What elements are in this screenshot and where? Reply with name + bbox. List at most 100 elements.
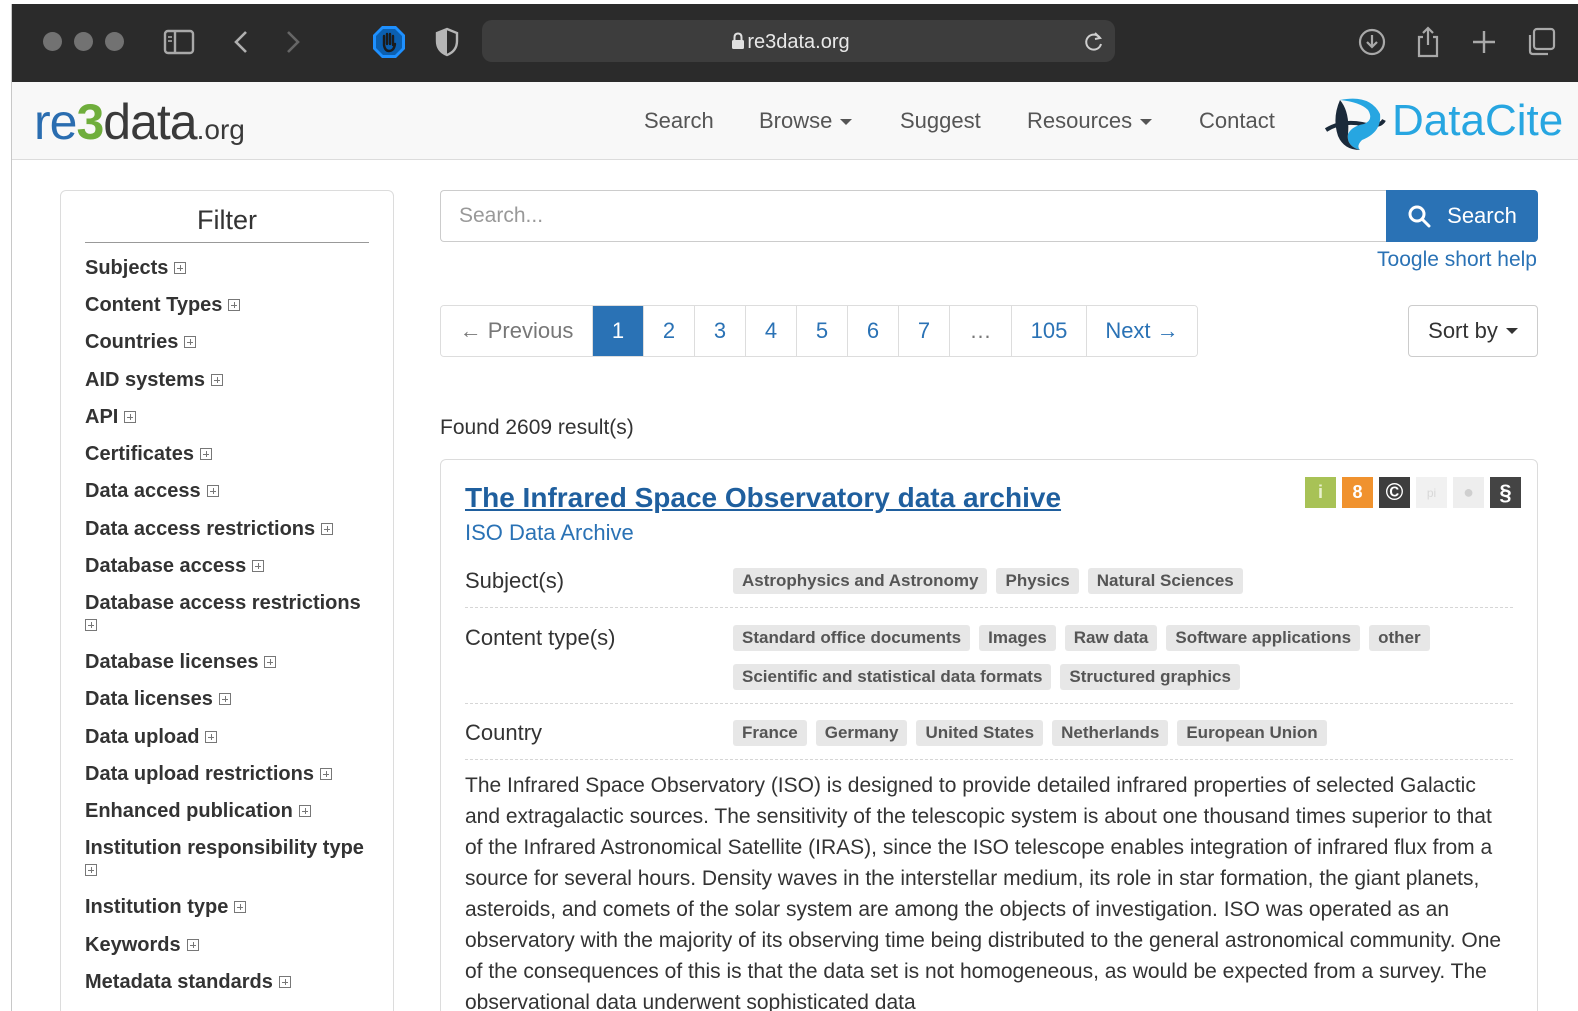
pagination-page-5[interactable]: 5 <box>796 306 847 356</box>
expand-plus-icon[interactable] <box>298 805 311 817</box>
expand-plus-icon[interactable] <box>174 262 187 274</box>
expand-plus-icon[interactable] <box>199 448 212 460</box>
policy-icon[interactable]: § <box>1490 477 1521 508</box>
toggle-short-help-link[interactable]: Toogle short help <box>1377 248 1537 272</box>
filter-keywords[interactable]: Keywords <box>85 934 375 956</box>
pagination-page-7[interactable]: 7 <box>898 306 949 356</box>
info-badge-icon[interactable]: i <box>1305 477 1336 508</box>
expand-plus-icon[interactable] <box>278 976 291 988</box>
forward-icon[interactable] <box>276 25 310 59</box>
copyright-icon[interactable]: © <box>1379 477 1410 508</box>
pagination-page-3[interactable]: 3 <box>694 306 745 356</box>
filter-content-types[interactable]: Content Types <box>85 294 375 316</box>
content-type-tag[interactable]: Standard office documents <box>733 625 971 651</box>
pagination-page-105[interactable]: 105 <box>1011 306 1086 356</box>
datacite-logo[interactable]: DataCite <box>1322 90 1578 152</box>
country-tag[interactable]: France <box>733 720 807 746</box>
filter-institution-responsibility-type[interactable]: Institution responsibility type <box>85 837 375 881</box>
adblock-hand-icon[interactable] <box>372 25 406 59</box>
expand-plus-icon[interactable] <box>321 523 334 535</box>
pagination-page-1[interactable]: 1 <box>592 306 643 356</box>
expand-plus-icon[interactable] <box>319 768 332 780</box>
subject-tag[interactable]: Astrophysics and Astronomy <box>733 568 988 594</box>
new-tab-icon[interactable] <box>1467 25 1501 59</box>
expand-plus-icon[interactable] <box>205 731 218 743</box>
address-bar[interactable]: re3data.org <box>482 20 1115 62</box>
filter-countries[interactable]: Countries <box>85 331 375 353</box>
expand-plus-icon[interactable] <box>184 336 197 348</box>
filter-subjects[interactable]: Subjects <box>85 257 375 279</box>
filter-enhanced-publication[interactable]: Enhanced publication <box>85 800 375 822</box>
expand-plus-icon[interactable] <box>211 374 224 386</box>
expand-plus-icon[interactable] <box>85 619 97 631</box>
pagination-page-2[interactable]: 2 <box>643 306 694 356</box>
certificate-icon[interactable]: ● <box>1453 477 1484 508</box>
content-type-tag[interactable]: Raw data <box>1064 625 1158 651</box>
open-access-icon[interactable]: 8 <box>1342 477 1373 508</box>
back-icon[interactable] <box>224 25 258 59</box>
search-input[interactable] <box>440 190 1387 242</box>
privacy-shield-icon[interactable] <box>430 25 464 59</box>
datacite-swirl-icon <box>1324 98 1386 150</box>
filter-title: Filter <box>85 205 369 243</box>
expand-plus-icon[interactable] <box>234 901 247 913</box>
filter-data-licenses[interactable]: Data licenses <box>85 688 375 710</box>
expand-plus-icon[interactable] <box>264 656 277 668</box>
maximize-window-button[interactable] <box>105 32 124 51</box>
filter-data-upload-restrictions[interactable]: Data upload restrictions <box>85 763 375 785</box>
filter-api[interactable]: API <box>85 406 375 428</box>
subject-tag[interactable]: Physics <box>996 568 1079 594</box>
expand-plus-icon[interactable] <box>124 411 137 423</box>
pagination-next[interactable]: Next → <box>1086 306 1197 356</box>
nav-suggest[interactable]: Suggest <box>900 108 981 134</box>
country-tag[interactable]: United States <box>916 720 1044 746</box>
logo-data: data <box>103 94 197 150</box>
filter-institution-type[interactable]: Institution type <box>85 896 375 918</box>
expand-plus-icon[interactable] <box>252 560 265 572</box>
content-type-tag[interactable]: Images <box>979 625 1056 651</box>
content-type-tag[interactable]: Structured graphics <box>1060 664 1240 690</box>
content-type-tag[interactable]: Software applications <box>1166 625 1361 651</box>
nav-browse[interactable]: Browse <box>759 108 853 134</box>
result-title-link[interactable]: The Infrared Space Observatory data arch… <box>465 482 1061 514</box>
share-icon[interactable] <box>1411 25 1445 59</box>
expand-plus-icon[interactable] <box>206 485 219 497</box>
close-window-button[interactable] <box>43 32 62 51</box>
nav-search[interactable]: Search <box>644 108 714 134</box>
country-tag[interactable]: Netherlands <box>1052 720 1169 746</box>
re3data-logo[interactable]: re3data.org <box>34 92 245 160</box>
pid-icon[interactable]: pi <box>1416 477 1447 508</box>
minimize-window-button[interactable] <box>74 32 93 51</box>
filter-label: Metadata standards <box>85 971 273 993</box>
expand-plus-icon[interactable] <box>186 939 199 951</box>
content-type-tag[interactable]: other <box>1369 625 1430 651</box>
filter-metadata-standards[interactable]: Metadata standards <box>85 971 375 993</box>
filter-database-licenses[interactable]: Database licenses <box>85 651 375 673</box>
pagination-previous[interactable]: ← Previous <box>441 306 592 356</box>
filter-data-upload[interactable]: Data upload <box>85 726 375 748</box>
filter-data-access-restrictions[interactable]: Data access restrictions <box>85 518 375 540</box>
sidebar-icon[interactable] <box>162 25 196 59</box>
reload-icon[interactable] <box>1083 29 1105 58</box>
filter-data-access[interactable]: Data access <box>85 480 375 502</box>
nav-resources[interactable]: Resources <box>1027 108 1153 134</box>
subject-tag[interactable]: Natural Sciences <box>1087 568 1243 594</box>
expand-plus-icon[interactable] <box>228 299 241 311</box>
filter-label: Data upload restrictions <box>85 763 314 785</box>
pagination-page-4[interactable]: 4 <box>745 306 796 356</box>
content-type-tag[interactable]: Scientific and statistical data formats <box>733 664 1052 690</box>
filter-certificates[interactable]: Certificates <box>85 443 375 465</box>
filter-database-access[interactable]: Database access <box>85 555 375 577</box>
filter-aid-systems[interactable]: AID systems <box>85 369 375 391</box>
pagination-page-6[interactable]: 6 <box>847 306 898 356</box>
expand-plus-icon[interactable] <box>85 864 97 876</box>
search-button[interactable]: Search <box>1386 190 1538 242</box>
country-tag[interactable]: European Union <box>1177 720 1327 746</box>
download-icon[interactable] <box>1355 25 1389 59</box>
sort-by-dropdown[interactable]: Sort by <box>1408 305 1538 357</box>
country-tag[interactable]: Germany <box>815 720 908 746</box>
expand-plus-icon[interactable] <box>218 693 231 705</box>
filter-database-access-restrictions[interactable]: Database access restrictions <box>85 592 375 636</box>
tabs-overview-icon[interactable] <box>1524 25 1558 59</box>
nav-contact[interactable]: Contact <box>1199 108 1275 134</box>
